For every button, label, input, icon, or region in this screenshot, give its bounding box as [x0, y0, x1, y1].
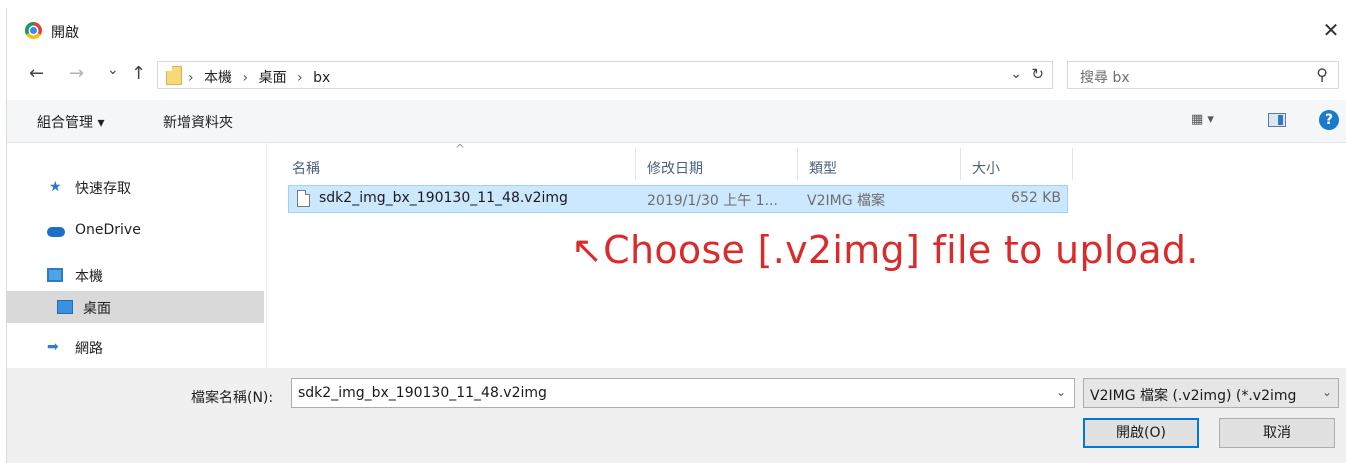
upload-instruction-annotation: ↖Choose [.v2img] file to upload.: [571, 228, 1199, 272]
preview-pane-icon[interactable]: [1268, 113, 1286, 127]
dialog-title: 開啟: [51, 25, 79, 41]
sidebar-item-onedrive[interactable]: OneDrive: [7, 215, 264, 247]
command-toolbar: 組合管理 ▾ 新增資料夾 ▦ ▾ ?: [7, 100, 1346, 143]
dialog-footer: 檔案名稱(N): sdk2_img_bx_190130_11_48.v2img …: [7, 368, 1346, 463]
column-divider[interactable]: [960, 148, 961, 180]
breadcrumb: › 本機 › 桌面 › bx: [188, 67, 336, 87]
chrome-icon: [25, 22, 42, 39]
sidebar-item-label: 桌面: [83, 301, 111, 317]
network-icon: ➡: [47, 339, 59, 355]
computer-icon: [47, 268, 63, 282]
breadcrumb-separator: ›: [297, 70, 303, 86]
sidebar-item-label: 快速存取: [75, 181, 131, 197]
column-divider[interactable]: [797, 148, 798, 180]
sort-ascending-icon: ^: [455, 142, 466, 156]
new-folder-button[interactable]: 新增資料夾: [163, 112, 233, 132]
folder-icon: [166, 66, 182, 85]
breadcrumb-item-bx[interactable]: bx: [313, 70, 330, 86]
address-bar[interactable]: › 本機 › 桌面 › bx ⌄ ↻: [157, 61, 1053, 89]
sidebar-item-label: 本機: [75, 269, 103, 285]
column-divider[interactable]: [1072, 148, 1073, 180]
filename-label: 檔案名稱(N):: [191, 390, 274, 406]
address-row: ← → ⌄ ↑ › 本機 › 桌面 › bx ⌄ ↻ 搜尋 bx ⚲: [7, 60, 1346, 90]
open-file-dialog: 開啟 ✕ ← → ⌄ ↑ › 本機 › 桌面 › bx ⌄ ↻ 搜尋 bx ⚲ …: [6, 8, 1346, 463]
column-header-size[interactable]: 大小: [972, 158, 1000, 178]
sidebar-item-desktop[interactable]: 桌面: [7, 291, 264, 323]
sidebar-item-label: OneDrive: [75, 222, 141, 238]
file-type: V2IMG 檔案: [807, 193, 885, 209]
title-bar: 開啟 ✕: [7, 8, 1346, 52]
breadcrumb-separator: ›: [188, 70, 194, 86]
column-header-type[interactable]: 類型: [809, 158, 837, 178]
open-button[interactable]: 開啟(O): [1083, 418, 1199, 448]
cancel-button[interactable]: 取消: [1219, 418, 1335, 448]
sidebar-item-network[interactable]: ➡ 網路: [7, 331, 264, 363]
chevron-down-icon[interactable]: ⌄: [1056, 385, 1066, 399]
file-row[interactable]: sdk2_img_bx_190130_11_48.v2img 2019/1/30…: [288, 185, 1068, 213]
column-header-modified[interactable]: 修改日期: [647, 158, 703, 178]
refresh-icon[interactable]: ↻: [1031, 65, 1044, 83]
up-button[interactable]: ↑: [131, 63, 146, 84]
organize-button[interactable]: 組合管理 ▾: [37, 112, 104, 132]
recent-locations-button[interactable]: ⌄: [107, 62, 119, 78]
address-dropdown-icon[interactable]: ⌄: [1010, 66, 1022, 82]
star-icon: ★: [49, 179, 62, 195]
sidebar-item-label: 網路: [75, 341, 103, 357]
file-size: 652 KB: [1011, 190, 1061, 206]
close-button[interactable]: ✕: [1319, 18, 1343, 42]
search-input[interactable]: 搜尋 bx ⚲: [1067, 61, 1339, 89]
view-options-icon[interactable]: ▦ ▾: [1191, 112, 1214, 127]
column-header-name[interactable]: 名稱: [292, 158, 320, 178]
file-type-value: V2IMG 檔案 (.v2img) (*.v2img: [1090, 388, 1297, 404]
desktop-icon: [57, 300, 73, 314]
file-modified: 2019/1/30 上午 1...: [647, 193, 778, 209]
sidebar-item-this-pc[interactable]: 本機: [7, 259, 264, 291]
file-name: sdk2_img_bx_190130_11_48.v2img: [319, 190, 568, 206]
filename-field[interactable]: sdk2_img_bx_190130_11_48.v2img ⌄: [291, 378, 1075, 408]
breadcrumb-separator: ›: [242, 70, 249, 86]
column-divider[interactable]: [635, 148, 636, 180]
help-icon[interactable]: ?: [1319, 110, 1339, 130]
file-icon: [297, 190, 310, 207]
forward-button[interactable]: →: [69, 63, 84, 84]
chevron-down-icon: ⌄: [1321, 385, 1332, 399]
cloud-icon: [47, 227, 65, 237]
breadcrumb-item-desktop[interactable]: 桌面: [259, 70, 287, 86]
navigation-pane: ★ 快速存取 OneDrive 本機 桌面 ➡ 網路: [7, 143, 268, 368]
breadcrumb-item-this-pc[interactable]: 本機: [204, 70, 232, 86]
file-type-select[interactable]: V2IMG 檔案 (.v2img) (*.v2img ⌄: [1083, 378, 1339, 408]
search-icon[interactable]: ⚲: [1316, 65, 1328, 84]
sidebar-item-quick-access[interactable]: ★ 快速存取: [7, 171, 264, 203]
search-placeholder: 搜尋 bx: [1080, 70, 1130, 86]
back-button[interactable]: ←: [29, 63, 44, 84]
pane-divider[interactable]: [266, 143, 267, 368]
filename-value: sdk2_img_bx_190130_11_48.v2img: [298, 385, 547, 401]
